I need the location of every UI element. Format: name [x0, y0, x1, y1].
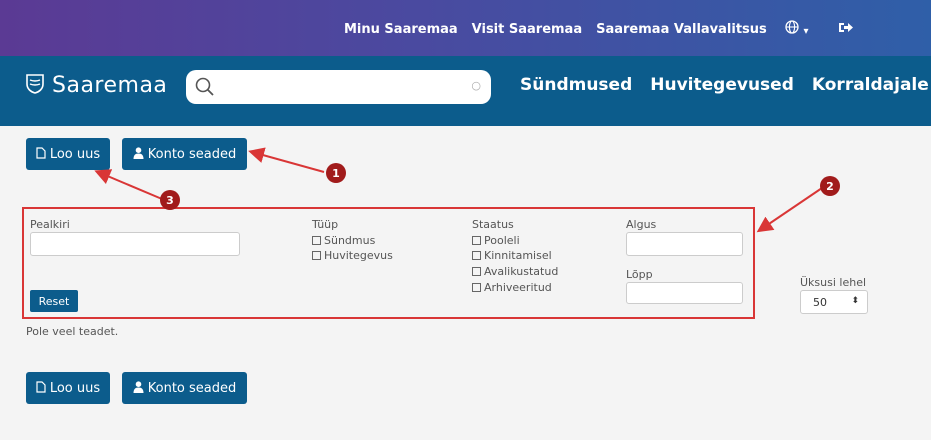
callout-3: 3 [160, 190, 180, 210]
annotation-arrow-2 [756, 187, 823, 233]
annotation-arrow-1 [248, 147, 325, 173]
callout-2: 2 [820, 176, 840, 196]
annotation-arrows [94, 147, 823, 233]
annotation-arrow-3 [94, 169, 163, 200]
callout-1: 1 [326, 163, 346, 183]
